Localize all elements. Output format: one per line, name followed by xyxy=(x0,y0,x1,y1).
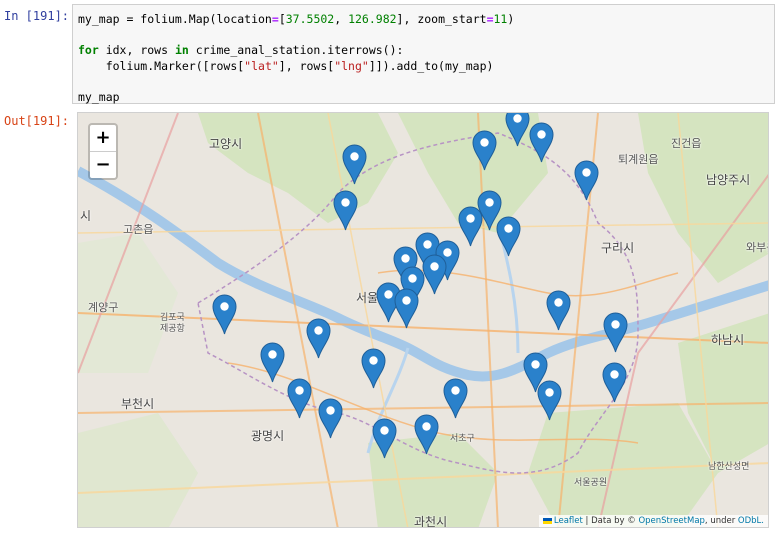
odbl-link[interactable]: ODbL. xyxy=(738,516,764,526)
map-marker-icon[interactable] xyxy=(414,414,439,455)
map-marker-icon[interactable] xyxy=(212,294,237,335)
label-namhansanseong: 남한산성면 xyxy=(708,462,750,472)
map-marker-icon[interactable] xyxy=(496,216,521,257)
map-marker-icon[interactable] xyxy=(472,130,497,171)
label-goyang: 고양시 xyxy=(209,137,243,151)
map-marker-icon[interactable] xyxy=(458,206,483,247)
zoom-in-button[interactable]: + xyxy=(90,125,116,152)
map-marker-icon[interactable] xyxy=(529,122,554,163)
map-marker-icon[interactable] xyxy=(443,378,468,419)
zoom-out-button[interactable]: − xyxy=(90,152,116,178)
map-marker-icon[interactable] xyxy=(287,378,312,419)
label-guri: 구리시 xyxy=(601,241,635,255)
map-marker-icon[interactable] xyxy=(537,380,562,421)
map-marker-icon[interactable] xyxy=(260,342,285,383)
map-marker-icon[interactable] xyxy=(422,254,447,295)
label-seoulgongwon: 서울공원 xyxy=(574,478,608,488)
label-toegye: 퇴계원읍 xyxy=(618,153,659,166)
label-hanam: 하남시 xyxy=(711,333,745,347)
map-marker-icon[interactable] xyxy=(394,288,419,329)
map-marker-icon[interactable] xyxy=(333,190,358,231)
map-marker-icon[interactable] xyxy=(603,312,628,353)
folium-map[interactable]: 고양시 퇴계원읍 진건읍 남양주시 시 고촌읍 구리시 와부읍 서울 계양구 김… xyxy=(77,112,769,528)
label-si-left: 시 xyxy=(80,209,92,223)
attribution: Leaflet | Data by © OpenStreetMap, under… xyxy=(538,515,768,527)
label-gimpo: 김포국제공항 xyxy=(160,313,185,334)
input-prompt: In [191]: xyxy=(4,9,70,23)
osm-link[interactable]: OpenStreetMap xyxy=(638,516,704,526)
map-marker-icon[interactable] xyxy=(342,144,367,185)
label-gyeyang: 계양구 xyxy=(88,301,119,314)
label-bucheon: 부천시 xyxy=(121,397,155,411)
label-gwacheon: 과천시 xyxy=(414,515,448,528)
leaflet-link[interactable]: Leaflet xyxy=(554,516,583,526)
output-prompt: Out[191]: xyxy=(4,114,70,128)
map-marker-icon[interactable] xyxy=(372,418,397,459)
label-namyangju: 남양주시 xyxy=(706,173,751,187)
label-seoul: 서울 xyxy=(356,291,379,305)
code-block: my_map = folium.Map(location=[37.5502, 1… xyxy=(78,12,515,104)
map-marker-icon[interactable] xyxy=(574,160,599,201)
map-marker-icon[interactable] xyxy=(546,290,571,331)
ukraine-flag-icon xyxy=(542,517,552,524)
label-jingeon: 진건읍 xyxy=(671,137,702,150)
map-marker-icon[interactable] xyxy=(602,362,627,403)
label-goneup: 고촌읍 xyxy=(123,223,154,236)
label-wabu: 와부읍 xyxy=(746,241,768,254)
zoom-control: + − xyxy=(88,123,118,180)
map-marker-icon[interactable] xyxy=(306,318,331,359)
map-marker-icon[interactable] xyxy=(505,113,530,147)
label-seocho: 서초구 xyxy=(450,434,475,444)
label-gwangmyeong: 광명시 xyxy=(251,429,285,443)
code-cell[interactable]: my_map = folium.Map(location=[37.5502, 1… xyxy=(72,4,775,104)
map-marker-icon[interactable] xyxy=(361,348,386,389)
map-marker-icon[interactable] xyxy=(318,398,343,439)
